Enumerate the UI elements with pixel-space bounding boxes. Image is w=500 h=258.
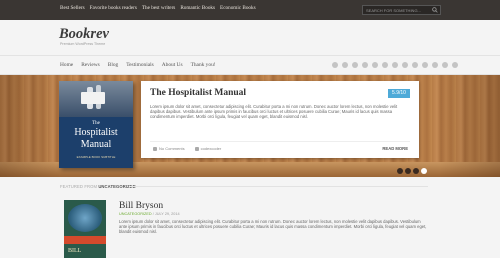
site-logo[interactable]: Bookrev <box>59 26 109 43</box>
search-input[interactable] <box>366 7 430 14</box>
book-cover-title-line2: Manual <box>80 139 112 150</box>
pinterest-icon[interactable] <box>412 62 418 68</box>
rating-badge: 5.9/10 <box>388 89 410 98</box>
linkedin-icon[interactable] <box>372 62 378 68</box>
comments-count: No Comments <box>159 146 185 151</box>
nav-item-thank-you[interactable]: Thank you! <box>191 62 216 68</box>
nav-item-blog[interactable]: Blog <box>108 62 118 68</box>
instagram-icon[interactable] <box>382 62 388 68</box>
email-icon[interactable] <box>442 62 448 68</box>
twitter-icon[interactable] <box>332 62 338 68</box>
book-cover-subtitle: EXAMPLE BOOK SUBTITLE <box>76 155 116 159</box>
top-nav-item-favorite-books[interactable]: Favorite books readers <box>90 5 137 11</box>
featured-label: FEATURED FROM UNCATEGORIZED <box>60 184 136 189</box>
featured-book-cover-text: BILL <box>68 248 82 254</box>
comments-meta[interactable]: No Comments <box>153 146 185 151</box>
comment-icon <box>153 146 157 151</box>
main-nav: Home Reviews Blog Testimonials About Us … <box>0 55 500 75</box>
featured-meta: UNCATEGORIZED / JULY 29, 2014 <box>119 212 180 216</box>
facebook-icon[interactable] <box>342 62 348 68</box>
book-cover-top-text: The <box>92 121 100 126</box>
featured-date: JULY 29, 2014 <box>154 212 180 216</box>
cover-globe <box>68 204 102 232</box>
featured-excerpt: Lorem ipsum dolor sit amet, consectetur … <box>119 219 427 235</box>
top-nav-item-romantic-books[interactable]: Romantic Books <box>180 5 215 11</box>
featured-title[interactable]: Bill Bryson <box>119 201 163 211</box>
dribbble-icon[interactable] <box>392 62 398 68</box>
cover-band <box>64 236 106 244</box>
divider <box>130 186 428 187</box>
slider-excerpt: Lorem ipsum dolor sit amet, consectetur … <box>150 104 398 120</box>
nav-item-testimonials[interactable]: Testimonials <box>126 62 153 68</box>
author-name: codexcoder <box>200 146 222 151</box>
search-box <box>362 5 441 15</box>
top-nav-item-best-sellers[interactable]: Best Sellers <box>60 5 85 11</box>
slider-book-cover[interactable]: The Hospitalist Manual EXAMPLE BOOK SUBT… <box>59 81 133 168</box>
youtube-icon[interactable] <box>402 62 408 68</box>
slider-pager <box>397 168 427 174</box>
slider-title[interactable]: The Hospitalist Manual <box>150 88 246 98</box>
nav-item-reviews[interactable]: Reviews <box>81 62 100 68</box>
rss-icon[interactable] <box>432 62 438 68</box>
vimeo-icon[interactable] <box>422 62 428 68</box>
slider-card: The Hospitalist Manual 5.9/10 Lorem ipsu… <box>141 81 419 158</box>
slider-dot[interactable] <box>413 168 419 174</box>
slider-footer: No Comments codexcoder READ MORE <box>150 141 410 151</box>
read-more-link[interactable]: READ MORE <box>382 146 408 151</box>
slider-dot[interactable] <box>405 168 411 174</box>
slider-dot-active[interactable] <box>421 168 427 174</box>
featured-book-cover[interactable]: BILL <box>64 200 106 258</box>
googleplus-icon[interactable] <box>352 62 358 68</box>
social-icons <box>332 62 458 68</box>
book-cover-title-line1: Hospitalist <box>74 127 118 138</box>
author-meta[interactable]: codexcoder <box>194 146 222 151</box>
featured-label-prefix: FEATURED FROM <box>60 184 98 189</box>
top-nav-item-economic-books[interactable]: Economic Books <box>220 5 256 11</box>
skype-icon[interactable] <box>452 62 458 68</box>
site-tagline: Premium WordPress Theme <box>60 42 106 46</box>
top-nav: Best Sellers Favorite books readers The … <box>60 5 256 11</box>
slider-dot[interactable] <box>397 168 403 174</box>
flickr-icon[interactable] <box>362 62 368 68</box>
user-icon <box>194 146 199 151</box>
nav-item-about-us[interactable]: About Us <box>162 62 183 68</box>
book-cover-illustration <box>59 81 133 117</box>
nav-item-home[interactable]: Home <box>60 62 73 68</box>
cover-art-shape <box>81 92 105 104</box>
featured-category[interactable]: UNCATEGORIZED <box>119 212 152 216</box>
top-bar: Best Sellers Favorite books readers The … <box>0 0 500 20</box>
search-icon[interactable] <box>432 7 438 13</box>
top-nav-item-best-writers[interactable]: The best writers <box>142 5 175 11</box>
